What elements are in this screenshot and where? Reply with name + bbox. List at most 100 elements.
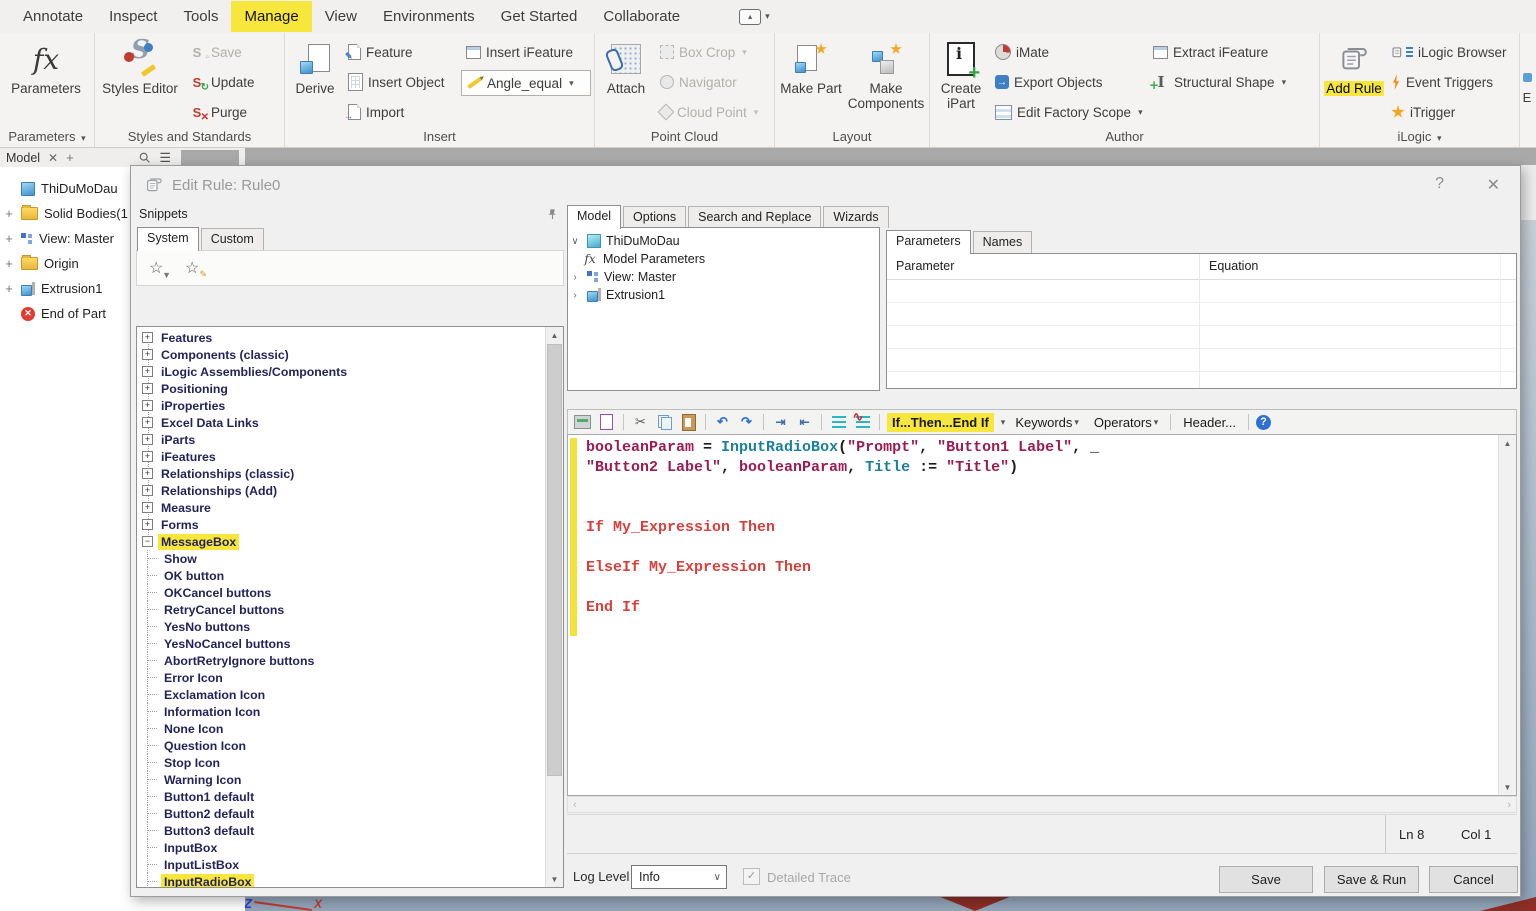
cancel-button[interactable]: Cancel [1429,866,1518,893]
filter-favorites-icon[interactable]: ☆▼ [149,258,169,278]
snippet-item[interactable]: +Features [141,329,546,346]
scroll-left-icon[interactable]: ‹ [573,799,577,811]
collapse-icon[interactable]: ∨ [568,236,582,247]
snippet-item[interactable]: Button2 default [141,805,546,822]
scroll-up-icon[interactable]: ▲ [546,327,563,343]
create-ipart-button[interactable]: i+ Create iPart [932,35,990,129]
tab-system[interactable]: System [137,227,199,251]
paste-icon[interactable] [679,414,698,431]
snippet-item[interactable]: InputRadioBox [141,873,546,888]
snippet-item[interactable]: −MessageBox [141,533,546,550]
snippet-item[interactable]: Error Icon [141,669,546,686]
extract-ifeature-button[interactable]: Extract iFeature [1148,37,1316,67]
pin-icon[interactable] [547,208,558,220]
add-tab-icon[interactable]: + [66,150,74,165]
tab-model[interactable]: Model [567,205,621,229]
parameters-group-footer[interactable]: Parameters ▾ [0,129,94,147]
insert-object-button[interactable]: Insert Object [343,67,461,97]
parameters-button[interactable]: fx Parameters [2,35,90,129]
ribbon-tab-inspect[interactable]: Inspect [96,1,170,32]
expander-icon[interactable]: + [3,256,15,271]
snippet-item[interactable]: AbortRetryIgnore buttons [141,652,546,669]
close-icon[interactable]: ✕ [48,151,58,165]
ilogic-browser-button[interactable]: iLogic Browser [1386,37,1512,67]
insert-ifeature-button[interactable]: Insert iFeature [461,37,591,67]
structural-shape-button[interactable]: I+ Structural Shape▾ [1148,67,1316,97]
code-vertical-scrollbar[interactable]: ▲ ▼ [1498,435,1516,795]
derive-button[interactable]: Derive [287,35,343,129]
expand-icon[interactable]: › [568,290,582,301]
browser-menu-icon[interactable]: ☰ [159,150,171,166]
event-triggers-button[interactable]: Event Triggers [1386,67,1512,97]
snippet-item[interactable]: YesNoCancel buttons [141,635,546,652]
ribbon-tab-environments[interactable]: Environments [370,1,488,32]
help-icon[interactable]: ? [1256,415,1271,430]
snippet-item[interactable]: None Icon [141,720,546,737]
snippet-item[interactable]: +Relationships (Add) [141,482,546,499]
snippets-list[interactable]: +Features+Components (classic)+iLogic As… [136,326,564,888]
export-objects-button[interactable]: → Export Objects [990,67,1148,97]
expander-icon[interactable]: + [3,281,15,296]
snippet-item[interactable]: OK button [141,567,546,584]
indent-icon[interactable]: ⇥ [771,414,790,431]
keywords-dropdown[interactable]: Keywords▾ [1010,413,1084,432]
uncomment-icon[interactable] [853,414,872,431]
tab-custom[interactable]: Custom [201,228,264,250]
cut-icon[interactable]: ✂ [631,414,650,431]
print-preview-icon[interactable] [597,414,616,431]
snippet-item[interactable]: InputBox [141,839,546,856]
snippet-item[interactable]: +Positioning [141,380,546,397]
snippet-item[interactable]: OKCancel buttons [141,584,546,601]
snippet-item[interactable]: InputListBox [141,856,546,873]
ribbon-tab-tools[interactable]: Tools [170,1,231,32]
tab-parameters[interactable]: Parameters [886,230,971,254]
snippet-item[interactable]: Warning Icon [141,771,546,788]
snippet-item[interactable]: Button3 default [141,822,546,839]
chevron-down-icon[interactable]: ▾ [1001,417,1006,428]
ribbon-tab-annotate[interactable]: Annotate [10,1,96,32]
scroll-down-icon[interactable]: ▼ [1499,779,1516,795]
model-tree-parameters[interactable]: fx Model Parameters [568,250,879,268]
model-tree-view[interactable]: › View: Master [568,268,879,286]
redo-icon[interactable]: ↷ [737,414,756,431]
snippet-item[interactable]: +Components (classic) [141,346,546,363]
ribbon-display-toggle[interactable]: ▴ ▾ [739,9,770,25]
snippet-item[interactable]: Exclamation Icon [141,686,546,703]
if-then-endif-button[interactable]: If...Then...End If [887,413,994,432]
model-tree-root[interactable]: ∨ ThiDuMoDau [568,232,879,250]
snippet-item[interactable]: +Forms [141,516,546,533]
feature-button[interactable]: ✎ Feature [343,37,461,67]
snippet-item[interactable]: Button1 default [141,788,546,805]
expander-icon[interactable]: + [3,231,15,246]
add-rule-button[interactable]: Add Rule [1322,35,1386,129]
update-styles-button[interactable]: S↻ Update [183,67,260,97]
outdent-icon[interactable]: ⇤ [795,414,814,431]
dialog-title-bar[interactable]: Edit Rule: Rule0 [131,166,1520,204]
itrigger-button[interactable]: iTrigger [1386,97,1512,127]
dialog-close-button[interactable]: ✕ [1487,175,1500,195]
import-button[interactable]: → Import [343,97,461,127]
copy-icon[interactable] [655,414,674,431]
tab-names[interactable]: Names [973,231,1033,253]
ribbon-tab-get-started[interactable]: Get Started [488,1,591,32]
save-button[interactable]: Save [1219,866,1313,893]
styles-editor-button[interactable]: S Styles Editor [97,35,183,129]
comment-icon[interactable] [829,414,848,431]
expand-icon[interactable]: › [568,272,582,283]
tab-options[interactable]: Options [623,206,686,228]
edit-factory-scope-button[interactable]: Edit Factory Scope▾ [990,97,1148,127]
snippet-item[interactable]: YesNo buttons [141,618,546,635]
log-level-select[interactable]: Info ∨ [631,865,727,889]
operators-dropdown[interactable]: Operators▾ [1089,413,1163,432]
model-tree-extrusion[interactable]: › Extrusion1 [568,286,879,304]
snippet-item[interactable]: +iProperties [141,397,546,414]
imate-button[interactable]: iMate [990,37,1148,67]
snippet-item[interactable]: Information Icon [141,703,546,720]
ilogic-group-footer[interactable]: iLogic ▾ [1320,129,1519,147]
scroll-right-icon[interactable]: › [1507,799,1511,811]
tab-search-and-replace[interactable]: Search and Replace [688,206,821,228]
edit-favorites-icon[interactable]: ☆✎ [185,258,205,278]
snippet-item[interactable]: +iLogic Assemblies/Components [141,363,546,380]
code-horizontal-scrollbar[interactable]: ‹ › [567,796,1517,813]
search-icon[interactable] [138,151,151,164]
